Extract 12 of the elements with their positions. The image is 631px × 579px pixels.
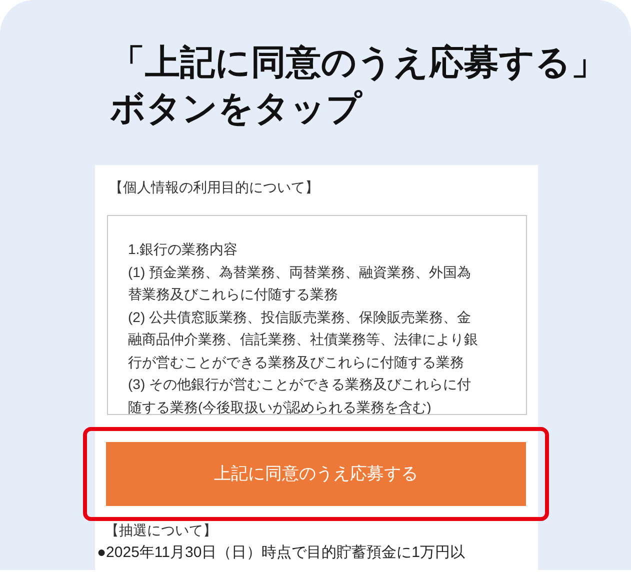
text-line: 行が営むことができる業務及びこれらに付随する業務 [128,352,464,372]
text-line: 1.銀行の業務内容 [128,240,238,259]
heading-line: ボタンをタップ [110,88,362,130]
text-line: 融商品仲介業務、信託業務、社債業務等、法律により銀 [128,330,478,349]
text-line: (2) 公共債窓販業務、投信販売業務、保険販売業務、金 [128,308,471,327]
section-title: 【抽選について】 [105,521,217,540]
heading-line: 「上記に同意のうえ応募する」 [110,42,606,84]
text-line: 替業務及びこれらに付随する業務 [128,285,338,304]
text-line: (1) 預金業務、為替業務、両替業務、融資業務、外国為 [128,262,471,282]
section-title: 【個人情報の利用目的について】 [109,178,319,197]
body-text: ●2025年11月30日（日）時点で目的貯蓄預金に1万円以 [97,543,466,563]
text-line: (3) その他銀行が営むことができる業務及びこれらに付 [128,375,471,394]
